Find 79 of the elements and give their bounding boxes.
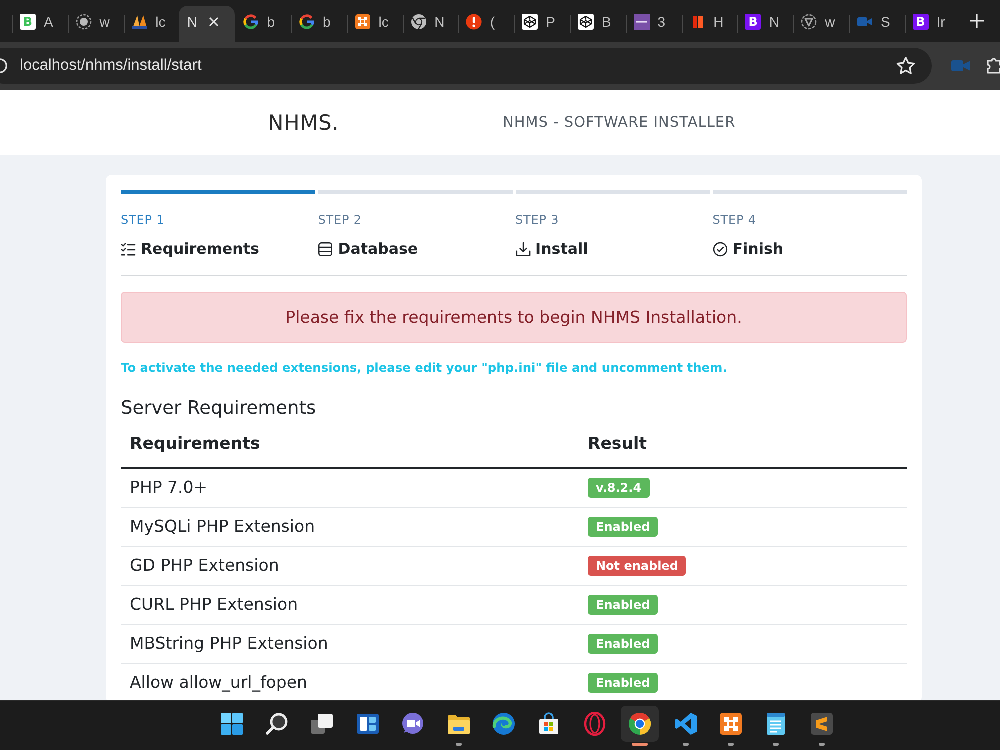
widgets-icon — [356, 712, 380, 736]
plus-icon[interactable] — [970, 14, 984, 28]
browser-tab[interactable]: b — [290, 6, 347, 42]
four-squares-icon — [220, 712, 244, 736]
close-icon[interactable] — [209, 17, 220, 27]
browser-tab[interactable]: P — [514, 6, 570, 42]
step-label: STEP 1 — [121, 213, 165, 228]
overlapping-squares-icon — [310, 712, 334, 736]
column-header: Result — [579, 421, 907, 468]
multicolor-ring-icon — [298, 14, 315, 30]
section-title: Server Requirements — [121, 397, 318, 421]
browser-tab[interactable]: N — [402, 6, 458, 42]
site-title: NHMS - SOFTWARE INSTALLER — [503, 114, 736, 130]
database-icon — [318, 242, 334, 256]
download-icon — [516, 242, 530, 256]
browser-tab[interactable]: B A — [12, 6, 68, 42]
shopping-bag-icon — [537, 712, 562, 736]
browser-tab[interactable]: lc — [346, 6, 403, 42]
chevron-tile-icon — [810, 712, 834, 736]
step-label: STEP 4 — [712, 213, 756, 228]
status-badge: Enabled — [588, 634, 658, 654]
folded-ribbon-icon — [674, 712, 698, 736]
step-title: Database — [338, 240, 418, 258]
dash-tile-icon — [634, 14, 650, 30]
step-title: Install — [536, 240, 588, 258]
sails-icon — [132, 14, 148, 30]
check-circle-icon — [712, 242, 728, 256]
status-badge: Enabled — [588, 517, 658, 538]
table-cell: PHP 7.0+ — [121, 468, 579, 508]
browser-tab[interactable]: ( — [458, 6, 514, 42]
status-badge: v.8.2.4 — [588, 478, 650, 498]
alert-message: Please fix the requirements to begin NHMS Installation. — [121, 292, 907, 343]
knot-tile-icon — [718, 712, 743, 736]
alert-icon — [466, 14, 482, 30]
browser-tab[interactable]: S — [848, 6, 905, 42]
knot-tile-icon — [354, 14, 371, 30]
table-cell: GD PHP Extension — [121, 546, 579, 586]
browser-tab[interactable]: H — [682, 6, 738, 42]
puzzle-icon[interactable] — [986, 56, 1000, 76]
search-icon — [265, 712, 290, 736]
step-label: STEP 2 — [318, 213, 362, 228]
browser-tab[interactable]: w — [68, 6, 124, 42]
taskbar-button[interactable] — [621, 706, 660, 742]
letter-logo: B — [912, 14, 929, 30]
browser-tab[interactable]: lc — [124, 6, 180, 42]
step-title: Finish — [732, 240, 784, 258]
browser-tab[interactable]: B Ir — [904, 6, 961, 42]
address-bar[interactable]: localhost/nhms/install/start — [0, 48, 932, 84]
star-icon[interactable] — [896, 56, 916, 76]
circle-segments-icon — [628, 712, 652, 736]
browser-tab[interactable]: B — [570, 6, 626, 42]
hint-text: To activate the needed extensions, please edit your "php.ini" file and uncomment them. — [121, 360, 728, 377]
letter-logo: B — [20, 14, 36, 30]
table-cell: MBString PHP Extension — [121, 624, 579, 664]
cube-tile-icon — [522, 14, 538, 30]
step-label: STEP 3 — [516, 213, 560, 228]
browser-tab[interactable]: b — [235, 6, 291, 42]
v-ring-icon — [801, 14, 818, 30]
browser-tab[interactable]: N — [179, 6, 236, 42]
oval-ring-icon — [582, 712, 607, 736]
column-header: Requirements — [121, 421, 579, 468]
status-badge: Enabled — [588, 673, 658, 694]
cube-tile-icon — [578, 14, 594, 30]
browser-tab[interactable]: B N — [737, 6, 794, 42]
status-badge: Not enabled — [588, 556, 686, 576]
letter-logo: B — [745, 14, 762, 30]
dashed-ring-icon — [76, 14, 92, 30]
checklist-icon — [121, 242, 136, 256]
video-chat-icon — [401, 712, 426, 736]
site-logo[interactable]: NHMS. — [268, 110, 503, 134]
table-cell: MySQLi PHP Extension — [121, 508, 579, 546]
browser-tab[interactable]: w — [793, 6, 849, 42]
circle-segments-icon — [410, 14, 427, 30]
step-title: Requirements — [141, 240, 260, 258]
multicolor-ring-icon — [243, 14, 260, 30]
status-badge: Enabled — [588, 595, 658, 616]
table-cell: CURL PHP Extension — [121, 586, 579, 624]
swirl-icon — [492, 712, 516, 736]
browser-tab[interactable]: 3 — [626, 6, 682, 42]
